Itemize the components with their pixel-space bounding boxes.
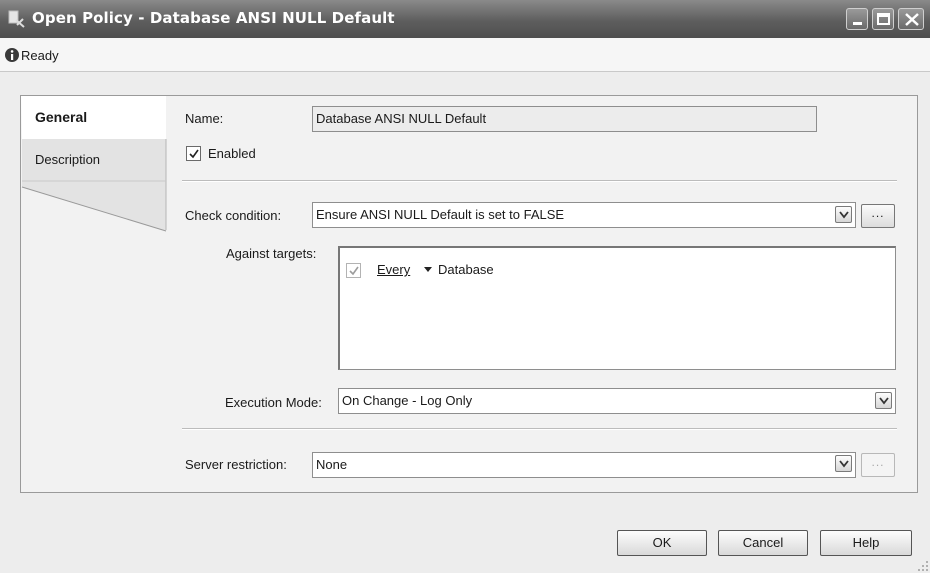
dropdown-arrow-icon[interactable] (424, 267, 433, 273)
cancel-button[interactable]: Cancel (718, 530, 808, 556)
chevron-down-icon (839, 460, 849, 468)
execution-mode-value: On Change - Log Only (342, 393, 473, 408)
help-button[interactable]: Help (820, 530, 912, 556)
status-bar: Ready (0, 38, 930, 72)
maximize-button[interactable] (872, 8, 894, 30)
ok-button[interactable]: OK (617, 530, 707, 556)
tab-description[interactable]: Description (35, 152, 100, 167)
check-condition-dropdown[interactable]: Ensure ANSI NULL Default is set to FALSE (312, 202, 856, 228)
execution-mode-dropdown-button[interactable] (875, 392, 892, 409)
against-targets-label: Against targets: (226, 246, 317, 261)
server-restriction-label: Server restriction: (185, 457, 287, 472)
name-field[interactable]: Database ANSI NULL Default (312, 106, 817, 132)
enabled-label: Enabled (208, 146, 256, 161)
server-restriction-dropdown[interactable]: None (312, 452, 856, 478)
target-object-label: Database (438, 262, 494, 277)
check-condition-browse-button[interactable]: ... (861, 204, 895, 228)
server-restriction-dropdown-button[interactable] (835, 455, 852, 472)
maximize-icon (877, 13, 890, 25)
policy-icon (8, 10, 25, 28)
checkmark-icon (189, 149, 199, 159)
targets-list (338, 246, 896, 370)
execution-mode-dropdown[interactable]: On Change - Log Only (338, 388, 896, 414)
execution-mode-label: Execution Mode: (225, 395, 322, 410)
close-icon (905, 13, 919, 26)
checkmark-icon (349, 266, 359, 276)
close-button[interactable] (898, 8, 924, 30)
server-restriction-value: None (316, 457, 348, 472)
enabled-checkbox[interactable] (186, 146, 201, 161)
target-checkbox[interactable] (346, 263, 361, 278)
minimize-button[interactable] (846, 8, 868, 30)
tab-general[interactable]: General (35, 109, 87, 125)
minimize-icon (853, 22, 862, 25)
check-condition-value: Ensure ANSI NULL Default is set to FALSE (316, 207, 565, 222)
resize-grip-icon[interactable] (917, 560, 929, 572)
window-title: Open Policy - Database ANSI NULL Default (32, 9, 395, 27)
name-label: Name: (185, 111, 224, 126)
target-quantifier-link[interactable]: Every (377, 262, 410, 277)
separator (182, 180, 897, 182)
status-text: Ready (21, 48, 59, 63)
check-condition-dropdown-button[interactable] (835, 206, 852, 223)
chevron-down-icon (879, 397, 889, 405)
check-condition-label: Check condition: (185, 208, 282, 223)
separator (182, 428, 897, 430)
info-icon (5, 48, 19, 62)
chevron-down-icon (839, 211, 849, 219)
server-restriction-browse-button[interactable]: ... (861, 453, 895, 477)
title-bar[interactable]: Open Policy - Database ANSI NULL Default (0, 0, 930, 38)
